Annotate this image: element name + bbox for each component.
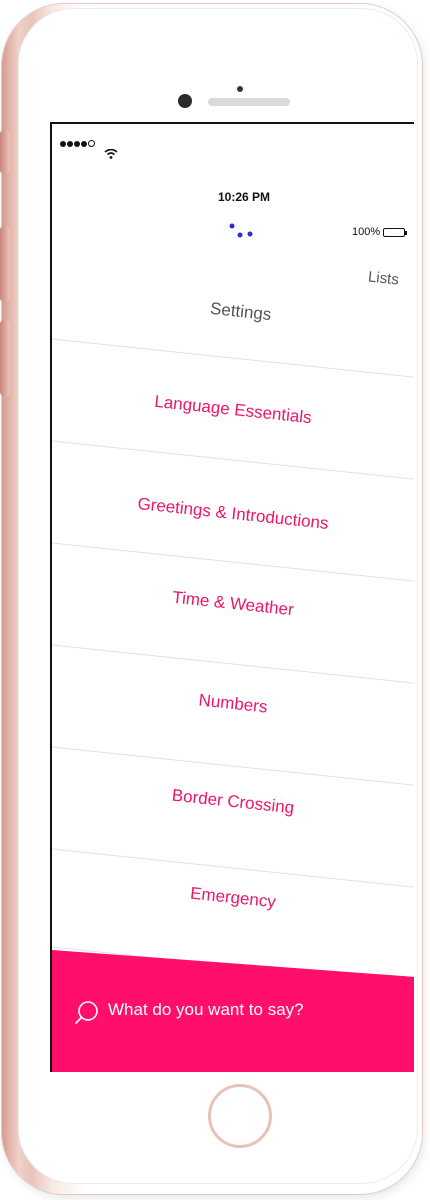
search-input[interactable] — [108, 1000, 398, 1020]
earpiece-speaker — [208, 98, 290, 106]
proximity-sensor — [237, 86, 243, 92]
category-emergency[interactable]: Emergency — [52, 869, 414, 927]
status-time: 10:26 PM — [218, 190, 271, 204]
category-greetings-introductions[interactable]: Greetings & Introductions — [52, 485, 414, 543]
battery-percent: 100% — [352, 226, 381, 238]
wifi-icon — [104, 149, 118, 159]
volume-down-button — [0, 320, 10, 396]
category-language-essentials[interactable]: Language Essentials — [52, 381, 414, 439]
list-divider — [52, 439, 414, 482]
list-divider — [52, 337, 414, 380]
three-dots-smile-icon — [229, 223, 253, 238]
volume-up-button — [0, 226, 10, 302]
front-camera-icon — [178, 94, 192, 108]
home-button[interactable] — [208, 1084, 272, 1148]
battery-status: 100% — [352, 226, 408, 238]
list-divider — [52, 643, 414, 686]
settings-link[interactable]: Settings — [209, 299, 272, 325]
category-numbers[interactable]: Numbers — [52, 675, 414, 733]
category-border-crossing[interactable]: Border Crossing — [52, 773, 414, 831]
search-icon[interactable] — [74, 1000, 100, 1026]
mute-switch — [0, 130, 10, 174]
app-screen: 10:26 PM 100% Lists Settings Language Es… — [50, 122, 414, 1072]
device-mockup: 10:26 PM 100% Lists Settings Language Es… — [0, 0, 430, 1200]
category-time-weather[interactable]: Time & Weather — [52, 575, 414, 633]
signal-dots-icon — [60, 138, 96, 150]
lists-link[interactable]: Lists — [367, 268, 399, 288]
battery-icon — [383, 227, 408, 237]
list-divider — [52, 541, 414, 584]
